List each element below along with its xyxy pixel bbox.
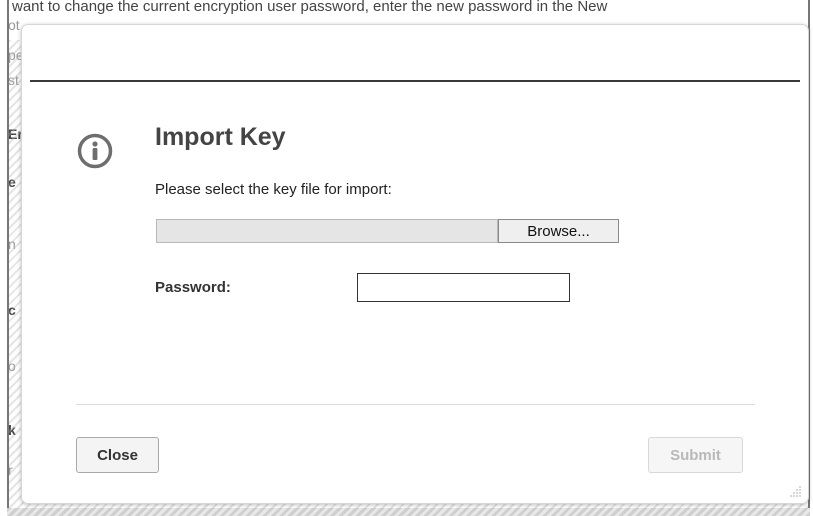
submit-button[interactable]: Submit xyxy=(648,437,743,473)
select-key-file-label: Please select the key file for import: xyxy=(155,181,392,198)
dialog-title: Import Key xyxy=(155,123,286,151)
resize-grip-icon[interactable] xyxy=(788,483,802,497)
import-key-dialog: Import Key Please select the key file fo… xyxy=(21,24,809,504)
password-input[interactable] xyxy=(357,273,570,302)
info-icon xyxy=(77,133,113,169)
background-instruction-text: want to change the current encryption us… xyxy=(12,0,608,15)
password-label: Password: xyxy=(155,279,231,296)
frame-border-left xyxy=(7,0,9,516)
dialog-footer-divider xyxy=(76,404,755,405)
key-file-path-field[interactable] xyxy=(156,219,498,243)
dialog-titlebar-rule xyxy=(30,80,800,82)
frame-border-bottom xyxy=(7,508,810,516)
close-button[interactable]: Close xyxy=(76,437,159,473)
background-fragment: ot xyxy=(8,17,20,33)
browse-button[interactable]: Browse... xyxy=(498,219,619,243)
